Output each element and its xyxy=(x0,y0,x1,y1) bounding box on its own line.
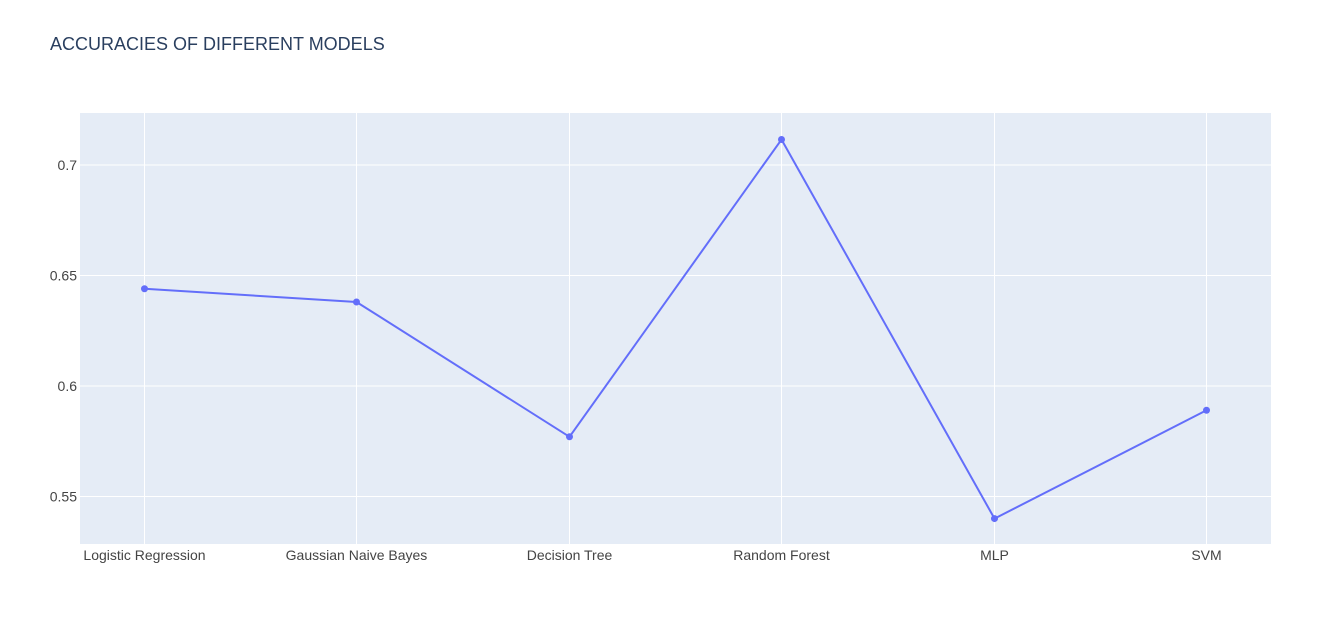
x-tick-label: MLP xyxy=(980,547,1009,563)
data-point[interactable] xyxy=(991,515,998,523)
data-point[interactable] xyxy=(778,136,785,144)
y-tick-label: 0.6 xyxy=(58,378,78,394)
plot-area xyxy=(80,113,1271,544)
data-point[interactable] xyxy=(566,433,573,441)
x-tick-label: Random Forest xyxy=(733,547,830,563)
data-point[interactable] xyxy=(1203,406,1210,414)
y-tick-label: 0.55 xyxy=(50,488,77,504)
data-point[interactable] xyxy=(141,285,148,293)
x-tick-label: SVM xyxy=(1191,547,1221,563)
line-chart: ACCURACIES OF DIFFERENT MODELS 0.550.60.… xyxy=(50,34,1271,563)
chart-container: ACCURACIES OF DIFFERENT MODELS 0.55 0.6 0.… xyxy=(0,0,1321,621)
y-tick-label: 0.65 xyxy=(50,267,77,283)
x-tick-label: Decision Tree xyxy=(527,547,613,563)
x-tick-label: Logistic Regression xyxy=(83,547,205,563)
y-axis-ticks: 0.55 0.6 0.65 0.7 xyxy=(50,157,77,505)
chart-title: ACCURACIES OF DIFFERENT MODELS xyxy=(50,34,385,54)
x-axis-ticks: Logistic Regression Gaussian Naive Bayes D… xyxy=(83,547,1221,563)
y-tick-label: 0.7 xyxy=(58,157,78,173)
x-tick-label: Gaussian Naive Bayes xyxy=(286,547,428,563)
data-point[interactable] xyxy=(353,298,360,306)
